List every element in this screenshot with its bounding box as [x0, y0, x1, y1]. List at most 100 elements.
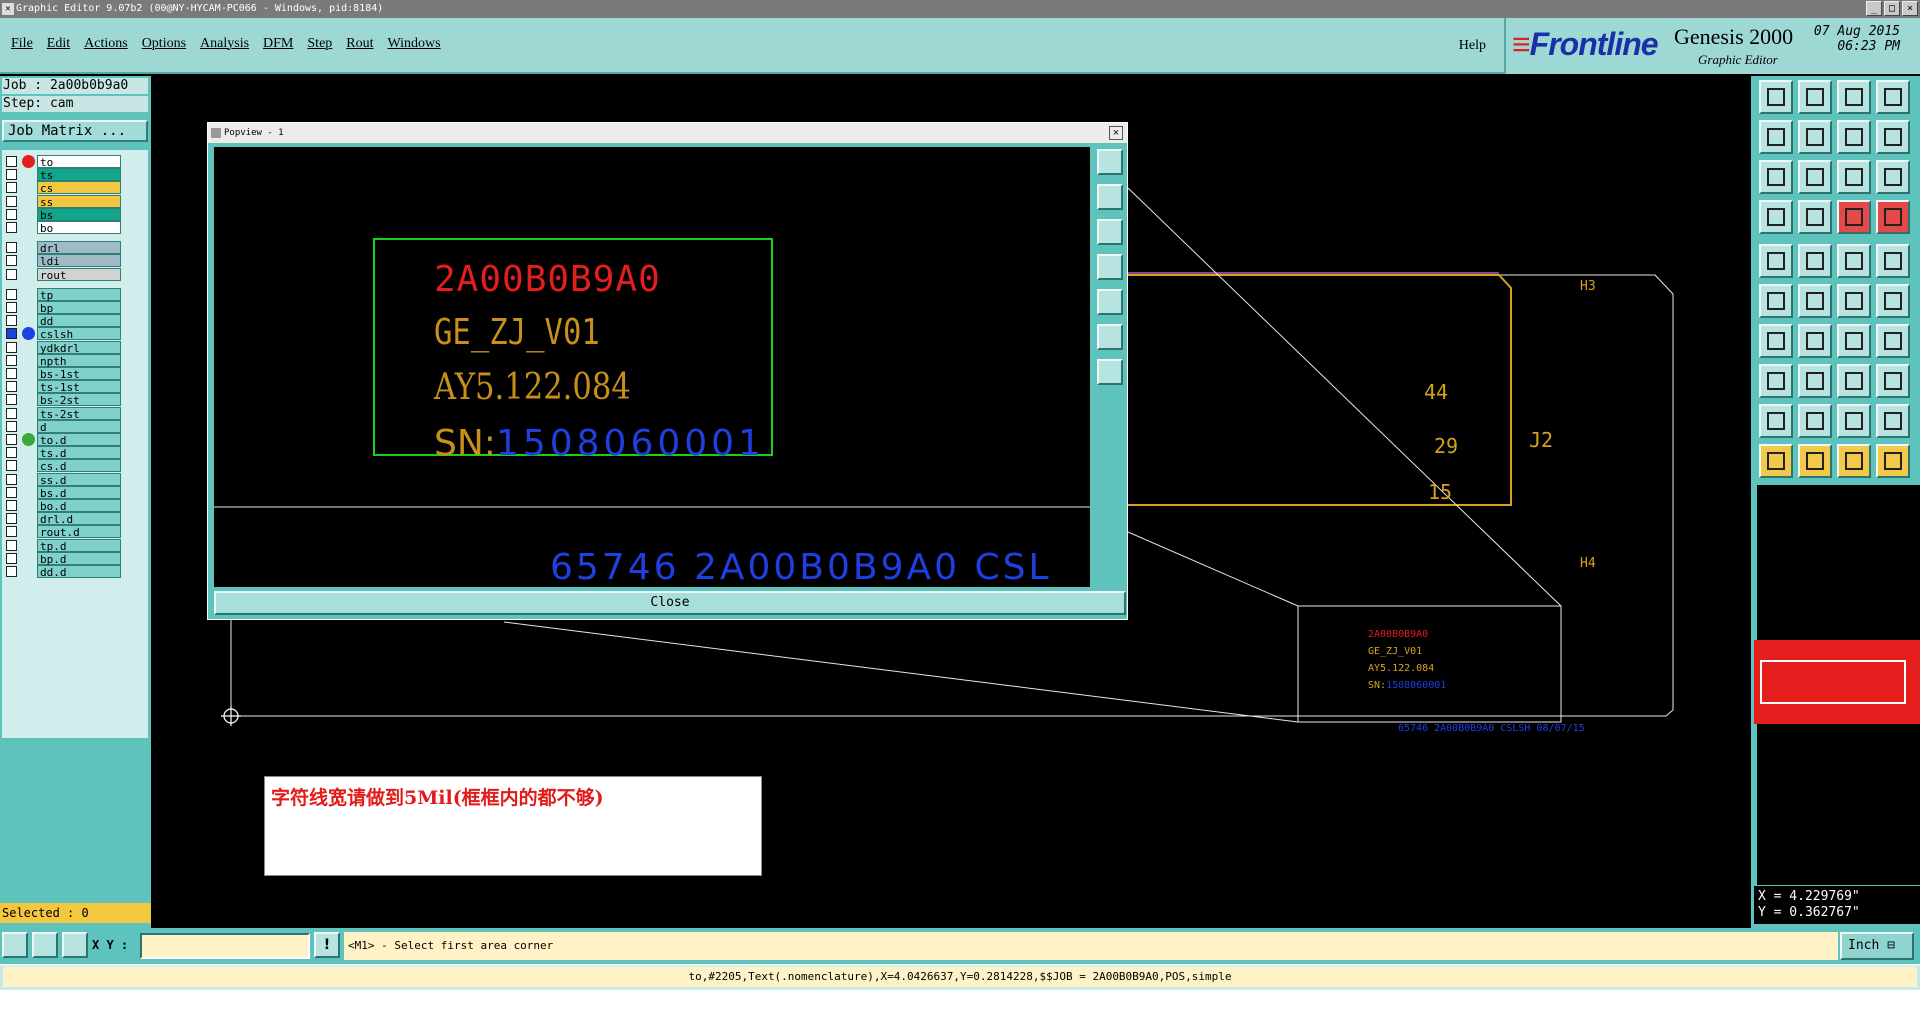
layer-checkbox[interactable]: [6, 242, 17, 254]
pv-zoom-in-icon[interactable]: [1097, 324, 1123, 350]
node-icon[interactable]: [1759, 284, 1793, 318]
layer-checkbox[interactable]: [6, 447, 17, 459]
tri3-icon[interactable]: [1837, 404, 1871, 438]
layer-row[interactable]: bs-1st: [2, 366, 148, 381]
connect-icon[interactable]: [1837, 284, 1871, 318]
layer-name[interactable]: drl: [37, 241, 121, 255]
settings-icon[interactable]: [1759, 200, 1793, 234]
menu-analysis[interactable]: Analysis: [200, 36, 249, 52]
layer-name[interactable]: cs: [37, 181, 121, 195]
layer-name[interactable]: ts: [37, 168, 121, 182]
layer-row[interactable]: cs.d: [2, 458, 148, 473]
layer-row[interactable]: drl.d: [2, 511, 148, 526]
layer-name[interactable]: rout.d: [37, 525, 121, 539]
layer-checkbox[interactable]: [6, 486, 17, 498]
layer-checkbox[interactable]: [6, 500, 17, 511]
layer-checkbox[interactable]: [6, 302, 17, 313]
alert-icon[interactable]: !: [314, 932, 340, 958]
layer-name[interactable]: ts-2st: [37, 406, 121, 421]
layer-checkbox[interactable]: [6, 460, 17, 472]
pv-zoom-out-icon[interactable]: [1097, 359, 1123, 385]
layer-name[interactable]: cs.d: [37, 459, 121, 473]
layer-checkbox[interactable]: [6, 354, 17, 366]
layer-checkbox[interactable]: [6, 315, 17, 327]
tri4-icon[interactable]: [1876, 404, 1910, 438]
menu-actions[interactable]: Actions: [84, 36, 128, 52]
center-icon[interactable]: [1798, 160, 1832, 194]
layer-row[interactable]: rout.d: [2, 524, 148, 539]
text-icon[interactable]: [1876, 324, 1910, 358]
layer-checkbox[interactable]: [6, 526, 17, 538]
layer-checkbox[interactable]: [6, 552, 17, 564]
layer-row[interactable]: drl: [2, 240, 148, 255]
layer-name[interactable]: drl.d: [37, 512, 121, 526]
layer-row[interactable]: ss.d: [2, 472, 148, 487]
layer-name[interactable]: ts.d: [37, 446, 121, 460]
menu-options[interactable]: Options: [142, 36, 186, 52]
layer-checkbox[interactable]: [6, 407, 17, 419]
layer-checkbox[interactable]: [6, 434, 17, 445]
layer-name[interactable]: bs-2st: [37, 393, 121, 407]
link-icon[interactable]: [1876, 284, 1910, 318]
layer-name[interactable]: bs-1st: [37, 367, 121, 381]
pv-pan-right-icon[interactable]: [1097, 289, 1123, 315]
layer-name[interactable]: bo: [37, 221, 121, 235]
graph-icon[interactable]: [1837, 200, 1871, 234]
layer-row[interactable]: tp: [2, 287, 148, 302]
pv-pan-left-icon[interactable]: [1097, 254, 1123, 280]
layer-name[interactable]: to.d: [37, 433, 121, 447]
layer-name[interactable]: npth: [37, 353, 121, 368]
layer-row[interactable]: bs: [2, 207, 148, 222]
layer-row[interactable]: rout: [2, 267, 148, 282]
cslsh-text[interactable]: 65746 2A00B0B9A0 CSLSH 08/07/15: [1398, 723, 1585, 734]
layer-row[interactable]: cs: [2, 180, 148, 195]
move-icon[interactable]: [1837, 364, 1871, 398]
layer-row[interactable]: to.d: [2, 432, 148, 447]
copy-icon[interactable]: [1876, 364, 1910, 398]
layer-name[interactable]: ldi: [37, 254, 121, 268]
snap-point-icon[interactable]: [1798, 200, 1832, 234]
layer-row[interactable]: ldi: [2, 253, 148, 268]
snap-icon[interactable]: [2, 932, 28, 958]
pointer-icon[interactable]: [1759, 444, 1793, 478]
layer-name[interactable]: bp.d: [37, 551, 121, 566]
pv-zoom-fit-icon[interactable]: [1097, 149, 1123, 175]
menu-windows[interactable]: Windows: [388, 36, 441, 52]
layer-checkbox[interactable]: [6, 182, 17, 194]
minimize-button[interactable]: _: [1866, 1, 1882, 16]
layer-row[interactable]: to: [2, 154, 148, 169]
layer-row[interactable]: d: [2, 419, 148, 434]
layer-name[interactable]: to: [37, 155, 121, 169]
pad-add-icon[interactable]: [1759, 364, 1793, 398]
tri-icon[interactable]: [1759, 404, 1793, 438]
layer-name[interactable]: ts-1st: [37, 380, 121, 394]
layer-row[interactable]: bs.d: [2, 485, 148, 500]
layer-name[interactable]: ss: [37, 194, 121, 209]
open-icon[interactable]: [1759, 80, 1793, 114]
layer-checkbox[interactable]: [6, 169, 17, 181]
unit-select[interactable]: Inch ⊟: [1840, 932, 1914, 960]
ruler-icon[interactable]: [1837, 244, 1871, 278]
layer-row[interactable]: ts-2st: [2, 406, 148, 421]
layer-row[interactable]: bs-2st: [2, 392, 148, 407]
arc-icon[interactable]: [1837, 324, 1871, 358]
popview-canvas[interactable]: 2A00B0B9A0 GE_ZJ_V01 AY5.122.084 SN:1508…: [214, 147, 1090, 587]
tri2-icon[interactable]: [1798, 404, 1832, 438]
layer-row[interactable]: ts.d: [2, 445, 148, 460]
attribute-icon[interactable]: [1876, 200, 1910, 234]
silkscreen-text-small[interactable]: 2A00B0B9A0 GE_ZJ_V01 AY5.122.084 SN:1508…: [1368, 626, 1446, 694]
popview-close-icon[interactable]: ×: [1109, 126, 1123, 140]
layer-name[interactable]: tp: [37, 287, 121, 302]
xy-input[interactable]: [140, 933, 310, 959]
layer-name[interactable]: dd.d: [37, 565, 121, 579]
menu-help[interactable]: Help: [1459, 38, 1486, 54]
layer-checkbox[interactable]: [6, 328, 17, 340]
layer-row[interactable]: cslsh: [2, 326, 148, 341]
scale-icon[interactable]: [1837, 160, 1871, 194]
layer-row[interactable]: bp: [2, 300, 148, 315]
layer-name[interactable]: tp.d: [37, 538, 121, 553]
maximize-button[interactable]: □: [1884, 1, 1900, 16]
diagonal-icon[interactable]: [1798, 324, 1832, 358]
prev-icon[interactable]: [1759, 120, 1793, 154]
layer-name[interactable]: rout: [37, 267, 121, 282]
